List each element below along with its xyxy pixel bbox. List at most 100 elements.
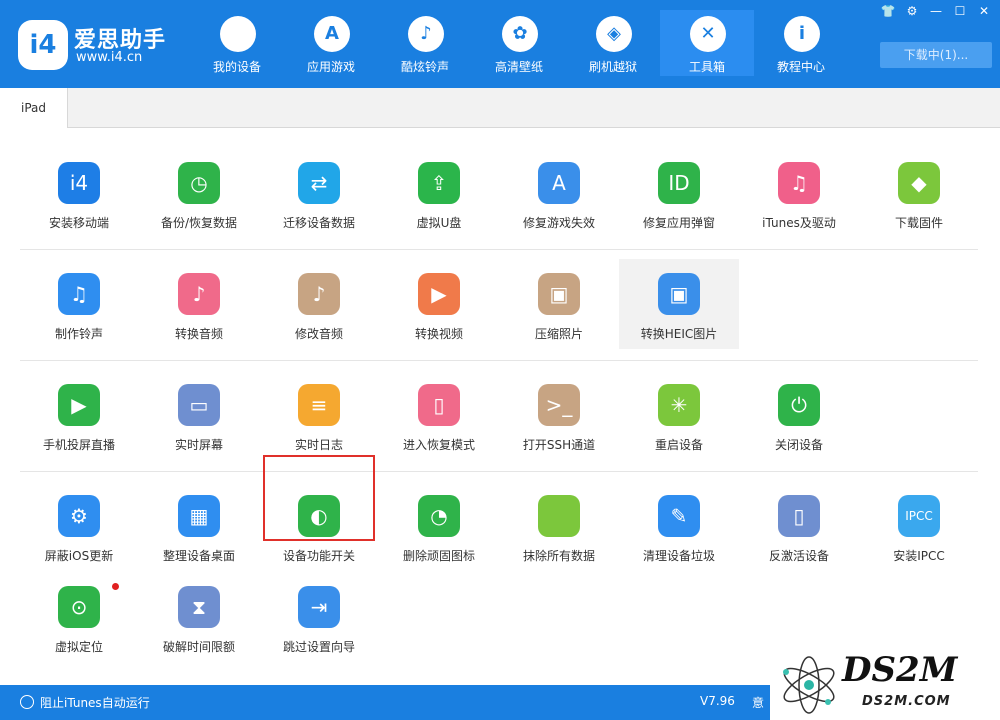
tool-item[interactable]: ✎ 清理设备垃圾	[619, 481, 739, 571]
tool-item[interactable]: ♪ 修改音频	[259, 259, 379, 349]
watermark-url: DS2M.COM	[862, 694, 951, 709]
tool-label: 清理设备垃圾	[642, 549, 715, 563]
tool-item[interactable]: ID 修复应用弹窗	[619, 148, 739, 238]
nav-label: 教程中心	[776, 60, 825, 74]
play-icon: ▶	[418, 273, 460, 315]
tool-item[interactable]: ✳ 重启设备	[619, 370, 739, 460]
itunes-toggle-label[interactable]: 阻止iTunes自动运行	[40, 694, 150, 711]
atom-logo-icon	[783, 656, 835, 714]
tool-item[interactable]: ⇥ 跳过设置向导	[259, 572, 379, 662]
tool-label: 删除顽固图标	[402, 549, 475, 563]
dropbox-icon: ◈	[596, 16, 632, 52]
tool-label: 打开SSH通道	[522, 438, 596, 452]
power-icon: ⏻	[778, 384, 820, 426]
tool-label: 修改音频	[294, 327, 343, 341]
i4-icon: i4	[58, 162, 100, 204]
tool-label: 关闭设备	[774, 438, 823, 452]
nav-item-5[interactable]: ✕ 工具箱	[660, 10, 754, 76]
tool-item[interactable]: ⇪ 虚拟U盘	[379, 148, 499, 238]
tool-label: 整理设备桌面	[162, 549, 235, 563]
tool-item[interactable]: ⚙ 屏蔽iOS更新	[19, 481, 139, 571]
tool-item[interactable]: 抹除所有数据	[499, 481, 619, 571]
bell-icon: ♪	[408, 16, 444, 52]
tool-label: 转换音频	[174, 327, 223, 341]
migrate-icon: ⇄	[298, 162, 340, 204]
tool-item[interactable]: ◆ 下载固件	[859, 148, 979, 238]
tool-item[interactable]: ≡ 实时日志	[259, 370, 379, 460]
tool-item[interactable]: ⊙ 虚拟定位	[19, 572, 139, 662]
tool-item[interactable]: ▶ 转换视频	[379, 259, 499, 349]
tool-label: 实时屏幕	[174, 438, 223, 452]
tool-label: 安装IPCC	[893, 549, 945, 563]
tool-label: 虚拟U盘	[416, 216, 462, 230]
tool-item[interactable]: >_ 打开SSH通道	[499, 370, 619, 460]
app-logo: i4 爱思助手 www.i4.cn	[18, 16, 178, 72]
tool-item[interactable]: ◷ 备份/恢复数据	[139, 148, 259, 238]
window-controls: 👕 ⚙ — ☐ ✕	[878, 2, 994, 20]
broom-icon: ✎	[658, 495, 700, 537]
tool-label: 设备功能开关	[282, 549, 355, 563]
tool-item[interactable]: ▯ 反激活设备	[739, 481, 859, 571]
nav-item-6[interactable]: i 教程中心	[754, 10, 848, 76]
tool-label: 迁移设备数据	[282, 216, 355, 230]
tool-item[interactable]: ◔ 删除顽固图标	[379, 481, 499, 571]
tool-label: 制作铃声	[54, 327, 103, 341]
tool-label: 破解时间限额	[162, 640, 235, 654]
shirt-icon[interactable]: 👕	[878, 2, 898, 20]
music-edit-icon: ♪	[298, 273, 340, 315]
nav-label: 应用游戏	[306, 60, 355, 74]
app-header: i4 爱思助手 www.i4.cn 我的设备 A 应用游戏 ♪ 酷炫铃声 ✿ 高清壁纸 ◈ 刷机…	[0, 0, 1000, 88]
tool-item[interactable]: IPCC 安装IPCC	[859, 481, 979, 571]
nav-label: 我的设备	[212, 60, 261, 74]
nav-item-4[interactable]: ◈ 刷机越狱	[566, 10, 660, 76]
tab-ipad[interactable]: iPad	[0, 88, 68, 129]
tool-label: 安装移动端	[48, 216, 109, 230]
apple-icon	[220, 16, 256, 52]
feedback-button[interactable]: 意	[752, 694, 764, 711]
maximize-icon[interactable]: ☐	[950, 2, 970, 20]
tool-label: 转换视频	[414, 327, 463, 341]
nav-label: 酷炫铃声	[400, 60, 449, 74]
tool-item[interactable]: ♫ 制作铃声	[19, 259, 139, 349]
close-icon[interactable]: ✕	[974, 2, 994, 20]
terminal-icon: >_	[538, 384, 580, 426]
download-button[interactable]: 下载中(1)...	[880, 42, 992, 68]
itunes-toggle-radio[interactable]	[20, 695, 34, 709]
tool-item[interactable]: ⧗ 破解时间限额	[139, 572, 259, 662]
tool-item[interactable]: ▣ 压缩照片	[499, 259, 619, 349]
tools-icon: ✕	[690, 16, 726, 52]
nav-item-3[interactable]: ✿ 高清壁纸	[472, 10, 566, 76]
tool-item[interactable]: ♫ iTunes及驱动	[739, 148, 859, 238]
usb-icon: ⇪	[418, 162, 460, 204]
tool-label: 跳过设置向导	[282, 640, 355, 654]
tool-label: 转换HEIC图片	[640, 327, 718, 341]
tool-label: 备份/恢复数据	[160, 216, 238, 230]
minimize-icon[interactable]: —	[926, 2, 946, 20]
tool-item[interactable]: ▶ 手机投屏直播	[19, 370, 139, 460]
tool-item[interactable]: ⏻ 关闭设备	[739, 370, 859, 460]
photo-icon: ▣	[538, 273, 580, 315]
tool-item[interactable]: ▦ 整理设备桌面	[139, 481, 259, 571]
row-divider	[20, 471, 978, 472]
nav-item-2[interactable]: ♪ 酷炫铃声	[378, 10, 472, 76]
main-nav: 我的设备 A 应用游戏 ♪ 酷炫铃声 ✿ 高清壁纸 ◈ 刷机越狱 ✕ 工具箱 i 教程中心	[190, 10, 848, 88]
nav-item-0[interactable]: 我的设备	[190, 10, 284, 76]
ipcc-icon: IPCC	[898, 495, 940, 537]
gear-icon[interactable]: ⚙	[902, 2, 922, 20]
tool-label: 重启设备	[654, 438, 703, 452]
tool-item[interactable]: ♪ 转换音频	[139, 259, 259, 349]
app-url: www.i4.cn	[76, 50, 143, 65]
tool-item[interactable]: ▣ 转换HEIC图片	[619, 259, 739, 349]
tool-item[interactable]: ⇄ 迁移设备数据	[259, 148, 379, 238]
tool-label: 反激活设备	[768, 549, 829, 563]
tool-item[interactable]: i4 安装移动端	[19, 148, 139, 238]
tool-item[interactable]: A 修复游戏失效	[499, 148, 619, 238]
tool-label: 压缩照片	[534, 327, 583, 341]
tool-label: 修复应用弹窗	[642, 216, 715, 230]
tool-item[interactable]: ▯ 进入恢复模式	[379, 370, 499, 460]
watermark: DS2M DS2M.COM	[770, 650, 1000, 720]
nav-item-1[interactable]: A 应用游戏	[284, 10, 378, 76]
tool-item[interactable]: ▭ 实时屏幕	[139, 370, 259, 460]
tool-label: 下载固件	[894, 216, 943, 230]
app-store-icon: A	[314, 16, 350, 52]
